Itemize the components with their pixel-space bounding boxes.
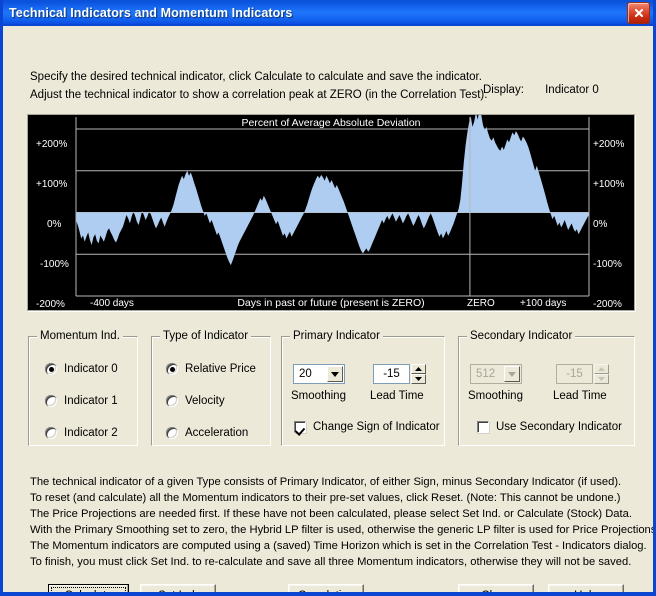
radio-label: Indicator 1: [64, 395, 118, 407]
spinner-down-icon[interactable]: [411, 374, 426, 384]
display-row: Display: Indicator 0: [483, 84, 599, 96]
radio-indicator-1[interactable]: Indicator 1: [45, 395, 118, 407]
triangle-down-glyph: [415, 377, 422, 381]
close-window-button[interactable]: [627, 2, 650, 24]
radio-button-glyph: [45, 363, 57, 375]
change-sign-label: Change Sign of Indicator: [313, 421, 440, 433]
secondary-smoothing-label: Smoothing: [468, 390, 523, 402]
title-bar: Technical Indicators and Momentum Indica…: [3, 0, 653, 26]
help-button-label: Help: [574, 590, 598, 596]
footer-help-text: The technical indicator of a given Type …: [30, 474, 656, 570]
footer-line-3: The Price Projections are needed first. …: [30, 508, 632, 520]
footer-line-5: The Momentum indicators are computed usi…: [30, 540, 647, 552]
triangle-up-glyph: [415, 367, 422, 371]
chart-plot-area: [28, 115, 634, 310]
primary-leadtime-value[interactable]: -15: [373, 364, 410, 384]
radio-button-glyph: [166, 427, 178, 439]
intro-text: Specify the desired technical indicator,…: [30, 68, 487, 104]
triangle-down-glyph: [598, 377, 605, 381]
secondary-indicator-group: Secondary Indicator 512 Smoothing -15 Le…: [458, 330, 635, 446]
use-secondary-checkbox-row[interactable]: Use Secondary Indicator: [477, 421, 622, 433]
close-icon: [634, 8, 643, 18]
primary-indicator-group: Primary Indicator 20 Smoothing -15 Lead …: [281, 330, 445, 446]
chevron-down-glyph: [508, 371, 516, 377]
footer-line-2: To reset (and calculate) all the Momentu…: [30, 492, 621, 504]
use-secondary-label: Use Secondary Indicator: [496, 421, 622, 433]
secondary-smoothing-combobox: 512: [470, 364, 522, 384]
display-label: Display:: [483, 84, 524, 96]
secondary-leadtime-spinner: -15: [556, 364, 609, 384]
spinner-up-icon[interactable]: [411, 364, 426, 374]
triangle-up-glyph: [598, 367, 605, 371]
chevron-down-glyph: [331, 371, 339, 377]
primary-leadtime-spinner[interactable]: -15: [373, 364, 426, 384]
correlation-button-label: Correlation: [297, 590, 355, 596]
primary-group-title: Primary Indicator: [290, 330, 383, 342]
change-sign-checkbox-row[interactable]: Change Sign of Indicator: [294, 421, 440, 433]
type-group-title: Type of Indicator: [160, 330, 252, 342]
momentum-indicator-group: Momentum Ind. Indicator 0 Indicator 1 In…: [28, 330, 138, 446]
secondary-smoothing-value: 512: [476, 368, 496, 380]
spinner-up-icon: [594, 364, 609, 374]
spinner-down-icon: [594, 374, 609, 384]
footer-line-1: The technical indicator of a given Type …: [30, 476, 622, 488]
spinner-buttons: [594, 364, 609, 384]
checkbox-glyph: [294, 421, 306, 433]
indicator-chart: Percent of Average Absolute Deviation Da…: [27, 114, 635, 311]
window-title: Technical Indicators and Momentum Indica…: [9, 5, 293, 20]
radio-button-glyph: [166, 395, 178, 407]
type-of-indicator-group: Type of Indicator Relative Price Velocit…: [151, 330, 271, 446]
checkbox-glyph: [477, 421, 489, 433]
secondary-leadtime-label: Lead Time: [553, 390, 607, 402]
intro-line-2: Adjust the technical indicator to show a…: [30, 89, 488, 101]
radio-button-glyph: [45, 427, 57, 439]
intro-line-1: Specify the desired technical indicator,…: [30, 71, 482, 83]
primary-smoothing-label: Smoothing: [291, 390, 346, 402]
radio-indicator-2[interactable]: Indicator 2: [45, 427, 118, 439]
footer-line-4: With the Primary Smoothing set to zero, …: [30, 524, 656, 536]
footer-line-6: To finish, you must click Set Ind. to re…: [30, 556, 632, 568]
dialog-window: Technical Indicators and Momentum Indica…: [0, 0, 656, 596]
set-ind-button-label: Set Ind.: [158, 590, 198, 596]
momentum-group-title: Momentum Ind.: [37, 330, 123, 342]
radio-velocity[interactable]: Velocity: [166, 395, 225, 407]
secondary-group-title: Secondary Indicator: [467, 330, 576, 342]
radio-button-glyph: [45, 395, 57, 407]
set-ind-button[interactable]: Set Ind.: [140, 584, 216, 596]
close-button[interactable]: Close: [458, 584, 534, 596]
close-button-label: Close: [481, 590, 511, 596]
correlation-button[interactable]: Correlation: [288, 584, 364, 596]
primary-smoothing-combobox[interactable]: 20: [293, 364, 345, 384]
help-button[interactable]: Help: [548, 584, 624, 596]
chevron-down-icon: [504, 366, 520, 382]
primary-leadtime-label: Lead Time: [370, 390, 424, 402]
radio-label: Indicator 2: [64, 427, 118, 439]
radio-button-glyph: [166, 363, 178, 375]
radio-label: Indicator 0: [64, 363, 118, 375]
dialog-client-area: Specify the desired technical indicator,…: [3, 26, 656, 596]
radio-relative-price[interactable]: Relative Price: [166, 363, 256, 375]
spinner-buttons[interactable]: [411, 364, 426, 384]
secondary-leadtime-value: -15: [556, 364, 593, 384]
calculate-button-label: Calculate: [64, 590, 113, 596]
primary-smoothing-value: 20: [299, 368, 312, 380]
chart-svg: [75, 115, 590, 297]
radio-acceleration[interactable]: Acceleration: [166, 427, 248, 439]
radio-label: Relative Price: [185, 363, 256, 375]
chevron-down-icon[interactable]: [327, 366, 343, 382]
radio-label: Acceleration: [185, 427, 249, 439]
calculate-button[interactable]: Calculate: [48, 584, 129, 596]
display-value: Indicator 0: [545, 84, 599, 96]
radio-label: Velocity: [185, 395, 225, 407]
radio-indicator-0[interactable]: Indicator 0: [45, 363, 118, 375]
